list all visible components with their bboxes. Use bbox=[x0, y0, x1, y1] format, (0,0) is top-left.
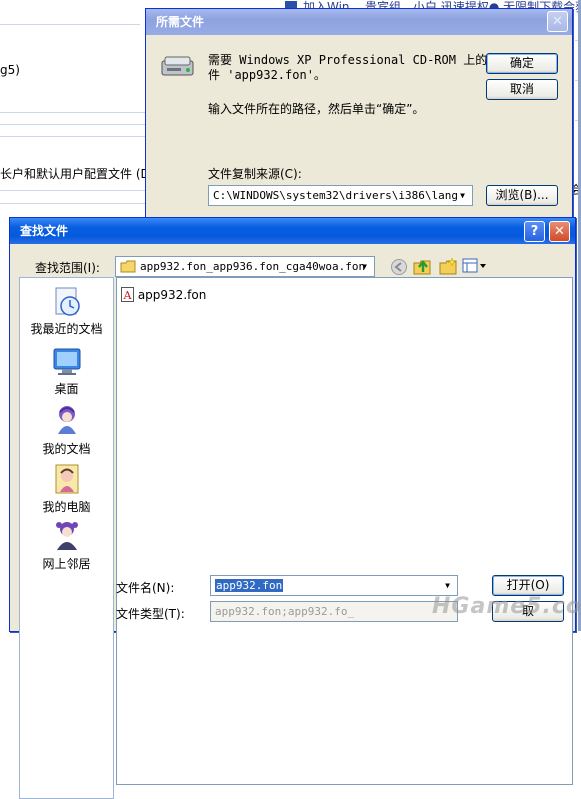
svg-text:A: A bbox=[123, 289, 133, 302]
my-computer-icon bbox=[55, 464, 78, 494]
chevron-down-icon[interactable]: ▼ bbox=[357, 259, 372, 274]
bg-text-profile[interactable]: 长户和默认用户配置文件 (D) bbox=[0, 165, 154, 182]
place-network[interactable]: 网上邻居 bbox=[20, 519, 113, 572]
place-recent-documents[interactable]: 我最近的文档 bbox=[20, 286, 113, 337]
filename-combobox[interactable]: app932.fon ▼ bbox=[210, 575, 458, 596]
divider bbox=[0, 112, 145, 113]
chevron-down-icon[interactable]: ▼ bbox=[455, 188, 470, 203]
filetype-value: app932.fon;app932.fo_ bbox=[215, 605, 355, 618]
filename-value: app932.fon bbox=[215, 579, 284, 592]
copy-dialog-close-button[interactable]: ✕ bbox=[547, 11, 568, 32]
divider bbox=[0, 203, 145, 204]
place-label: 我的电脑 bbox=[42, 500, 91, 514]
find-dialog-title: 查找文件 bbox=[20, 224, 69, 238]
new-folder-icon[interactable] bbox=[438, 256, 458, 276]
back-icon[interactable] bbox=[390, 258, 408, 276]
ok-button[interactable]: 确定 bbox=[486, 53, 558, 74]
look-in-value: app932.fon_app936.fon_cga40woa.fon bbox=[140, 260, 366, 273]
place-my-computer[interactable]: 我的电脑 bbox=[20, 462, 113, 515]
copy-dialog-titlebar[interactable]: 所需文件 bbox=[146, 9, 572, 35]
copy-source-value: C:\WINDOWS\system32\drivers\i386\lang bbox=[213, 189, 459, 202]
find-dialog-titlebar[interactable]: 查找文件 bbox=[10, 218, 575, 244]
find-dialog-close-button[interactable]: ✕ bbox=[549, 221, 570, 242]
filename-label: 文件名(N): bbox=[116, 581, 175, 595]
bg-text-g5: g5) bbox=[0, 63, 20, 77]
view-menu-icon[interactable] bbox=[462, 258, 488, 274]
place-label: 我的文档 bbox=[42, 442, 91, 456]
place-label: 桌面 bbox=[54, 382, 79, 396]
font-file-icon: A bbox=[121, 287, 134, 302]
copy-dialog-message-line2: 件 'app932.fon'。 bbox=[208, 68, 326, 82]
cd-drive-icon bbox=[161, 56, 194, 76]
up-folder-icon[interactable] bbox=[412, 256, 432, 276]
look-in-combobox[interactable]: app932.fon_app936.fon_cga40woa.fon ▼ bbox=[115, 256, 375, 277]
divider bbox=[0, 190, 145, 191]
help-icon: ? bbox=[530, 224, 539, 239]
place-my-documents[interactable]: 我的文档 bbox=[20, 404, 113, 457]
recent-documents-icon bbox=[55, 287, 80, 316]
watermark-logo: HGame5.com bbox=[432, 594, 581, 619]
filetype-combobox[interactable]: app932.fon;app932.fo_ bbox=[210, 601, 458, 622]
place-desktop[interactable]: 桌面 bbox=[20, 346, 113, 397]
places-bar: 我最近的文档 桌面 我的文档 我的电脑 网上邻居 bbox=[19, 277, 114, 799]
divider bbox=[0, 124, 145, 125]
help-button[interactable]: ? bbox=[524, 221, 545, 242]
network-places-icon bbox=[55, 522, 78, 550]
close-icon: ✕ bbox=[552, 14, 563, 29]
file-item[interactable]: A app932.fon bbox=[121, 287, 206, 302]
look-in-label: 查找范围(I): bbox=[35, 261, 100, 275]
folder-icon bbox=[120, 260, 136, 273]
find-file-dialog: 查找文件 ? ✕ 查找范围(I): app932.fon_app936.fon_… bbox=[9, 217, 576, 799]
browse-button[interactable]: 浏览(B)... bbox=[486, 185, 558, 206]
copy-files-dialog: 所需文件 ✕ 需要 Windows XP Professional CD-ROM… bbox=[145, 8, 573, 220]
copy-dialog-title: 所需文件 bbox=[156, 15, 205, 29]
place-label: 网上邻居 bbox=[42, 557, 91, 571]
place-label: 我最近的文档 bbox=[30, 322, 103, 336]
copy-source-label: 文件复制来源(C): bbox=[208, 167, 302, 181]
cancel-button[interactable]: 取消 bbox=[486, 79, 558, 100]
chevron-down-icon[interactable]: ▼ bbox=[440, 578, 455, 593]
divider bbox=[0, 24, 140, 25]
close-icon: ✕ bbox=[554, 224, 565, 239]
filetype-label: 文件类型(T): bbox=[116, 607, 185, 621]
desktop-icon bbox=[53, 348, 80, 375]
my-documents-icon bbox=[57, 406, 76, 434]
open-button[interactable]: 打开(O) bbox=[492, 575, 564, 596]
copy-dialog-instruction: 输入文件所在的路径，然后单击“确定”。 bbox=[208, 102, 425, 116]
file-list[interactable]: A app932.fon bbox=[116, 277, 573, 785]
divider bbox=[0, 136, 145, 137]
copy-source-combobox[interactable]: C:\WINDOWS\system32\drivers\i386\lang ▼ bbox=[208, 185, 473, 206]
file-name: app932.fon bbox=[137, 288, 207, 302]
